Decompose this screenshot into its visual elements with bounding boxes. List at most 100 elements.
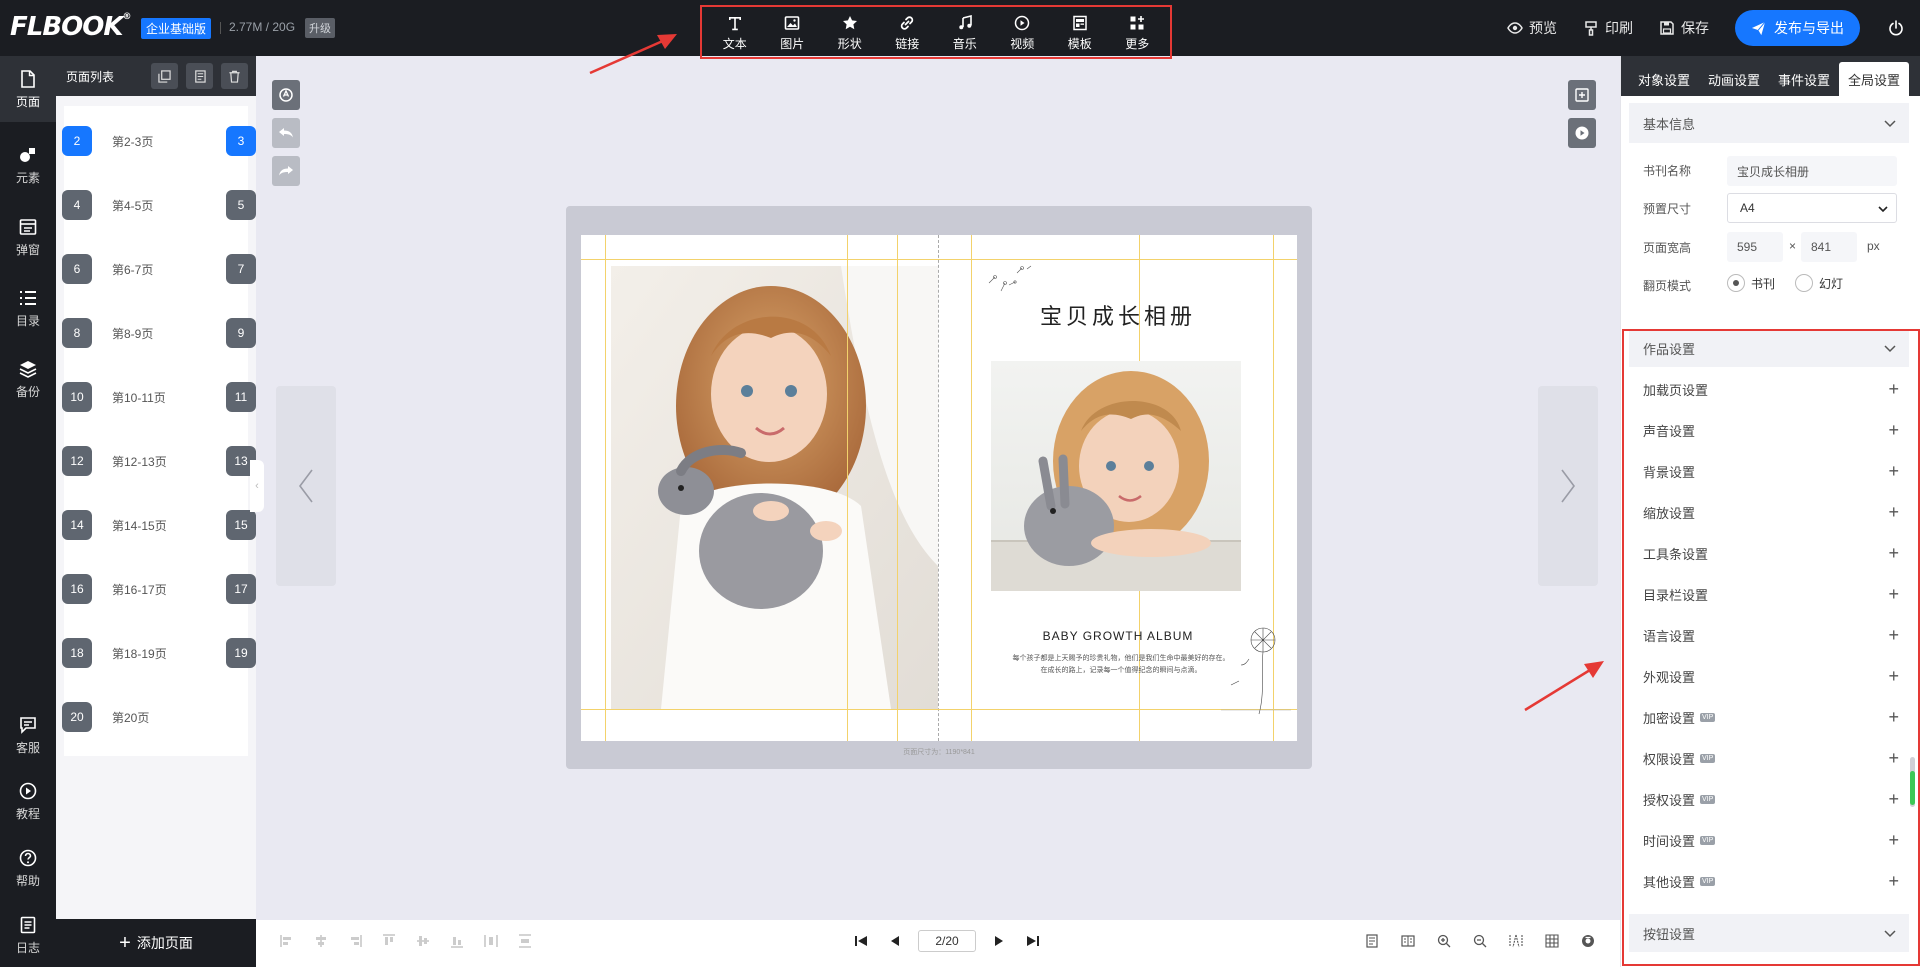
nav-tutorial[interactable]: 教程	[0, 780, 56, 822]
photo-girl-lying-with-rabbit[interactable]	[991, 361, 1241, 591]
time-settings[interactable]: 时间设置 VIP +	[1643, 820, 1903, 861]
copy-page-button[interactable]	[151, 63, 178, 89]
tool-link[interactable]: 链接	[881, 13, 933, 52]
zoom-in-button[interactable]	[1426, 934, 1462, 948]
page-row-12-13[interactable]: 12 第12-13页 13	[62, 426, 256, 496]
undo-button[interactable]	[272, 118, 300, 148]
align-middle-button[interactable]	[406, 934, 440, 948]
nav-backup[interactable]: 备份	[0, 358, 56, 400]
page-row-2-3[interactable]: 2 第2-3页 3	[62, 106, 256, 176]
add-page-button[interactable]: + 添加页面	[56, 919, 256, 967]
page-row-20[interactable]: 20 第20页	[62, 682, 248, 752]
zoom-out-button[interactable]	[1462, 934, 1498, 948]
grid-toggle-button[interactable]	[1534, 934, 1570, 948]
nav-elements[interactable]: 元素	[0, 144, 56, 186]
flip-mode-book-radio[interactable]: 书刊	[1727, 274, 1775, 292]
book-name-input[interactable]: 宝贝成长相册	[1727, 156, 1897, 186]
single-page-view-button[interactable]	[1354, 934, 1390, 948]
distribute-vertical-button[interactable]	[508, 934, 542, 948]
permission-settings[interactable]: 权限设置 VIP +	[1643, 738, 1903, 779]
print-button[interactable]: 印刷	[1583, 18, 1633, 38]
tool-image[interactable]: 图片	[766, 13, 818, 52]
publish-export-button[interactable]: 发布与导出	[1735, 10, 1860, 46]
first-page-button[interactable]	[844, 934, 878, 948]
tool-video[interactable]: 视频	[996, 13, 1048, 52]
next-spread-button[interactable]	[1538, 386, 1598, 586]
page-number-input[interactable]	[918, 930, 976, 952]
tool-template[interactable]: 模板	[1054, 13, 1106, 52]
plus-icon: +	[1888, 461, 1899, 481]
nav-log[interactable]: 日志	[0, 914, 56, 956]
tool-more[interactable]: 更多	[1111, 13, 1163, 52]
page-width-input[interactable]: 595	[1727, 232, 1783, 262]
authorization-settings[interactable]: 授权设置 VIP +	[1643, 779, 1903, 820]
basic-info-section[interactable]: 基本信息	[1629, 103, 1909, 143]
tab-object-settings[interactable]: 对象设置	[1629, 62, 1699, 96]
tab-global-settings[interactable]: 全局设置	[1839, 62, 1910, 96]
page-row-18-19[interactable]: 18 第18-19页 19	[62, 618, 256, 688]
language-settings[interactable]: 语言设置 +	[1643, 615, 1903, 656]
settings-toggle-button[interactable]	[1570, 934, 1606, 948]
reset-view-button[interactable]	[272, 80, 300, 110]
page-row-4-5[interactable]: 4 第4-5页 5	[62, 170, 256, 240]
duplicate-page-button[interactable]	[186, 63, 213, 89]
double-page-view-button[interactable]	[1390, 934, 1426, 948]
next-page-button[interactable]	[982, 934, 1016, 948]
align-right-button[interactable]	[338, 934, 372, 948]
last-page-button[interactable]	[1016, 934, 1050, 948]
play-preview-button[interactable]	[1568, 118, 1596, 148]
tab-event-settings[interactable]: 事件设置	[1769, 62, 1839, 96]
tool-music[interactable]: 音乐	[939, 13, 991, 52]
nav-toc[interactable]: 目录	[0, 287, 56, 329]
zoom-settings[interactable]: 缩放设置 +	[1643, 492, 1903, 533]
upgrade-button[interactable]: 升级	[305, 18, 335, 38]
chevron-right-icon	[1561, 469, 1575, 503]
album-title[interactable]: 宝贝成长相册	[939, 299, 1297, 331]
add-element-button[interactable]	[1568, 80, 1596, 110]
ruler-toggle-button[interactable]	[1498, 934, 1534, 948]
nav-pages[interactable]: 页面	[0, 56, 56, 122]
page-row-8-9[interactable]: 8 第8-9页 9	[62, 298, 256, 368]
prev-spread-button[interactable]	[276, 386, 336, 586]
page-height-input[interactable]: 841	[1801, 232, 1857, 262]
nav-help[interactable]: 帮助	[0, 847, 56, 889]
preset-size-select[interactable]: A4	[1727, 193, 1897, 223]
toolbar-settings[interactable]: 工具条设置 +	[1643, 533, 1903, 574]
page-row-16-17[interactable]: 16 第16-17页 17	[62, 554, 256, 624]
align-top-button[interactable]	[372, 934, 406, 948]
appearance-settings[interactable]: 外观设置 +	[1643, 656, 1903, 697]
nav-popup[interactable]: 弹窗	[0, 216, 56, 258]
album-description[interactable]: 每个孩子都是上天赐予的珍贵礼物，他们是我们生命中最美好的存在。 在成长的路上，记…	[996, 653, 1246, 677]
work-settings-section[interactable]: 作品设置	[1629, 329, 1909, 367]
book-spread[interactable]: 宝贝成长相册 BABY GROWTH ALBUM 每个孩子都是上天赐予的珍贵礼物…	[581, 235, 1297, 741]
save-button[interactable]: 保存	[1659, 18, 1709, 38]
page-row-14-15[interactable]: 14 第14-15页 15	[62, 490, 256, 560]
align-bottom-button[interactable]	[440, 934, 474, 948]
distribute-horizontal-button[interactable]	[474, 934, 508, 948]
logout-button[interactable]	[1880, 20, 1912, 36]
page-row-6-7[interactable]: 6 第6-7页 7	[62, 234, 256, 304]
photo-girl-with-rabbit[interactable]	[611, 266, 938, 709]
settings-scrollbar[interactable]	[1910, 757, 1915, 807]
button-settings-section[interactable]: 按钮设置	[1629, 914, 1909, 952]
page-row-10-11[interactable]: 10 第10-11页 11	[62, 362, 256, 432]
scrollbar-thumb[interactable]	[1910, 771, 1915, 805]
align-center-button[interactable]	[304, 934, 338, 948]
background-settings[interactable]: 背景设置 +	[1643, 451, 1903, 492]
prev-page-button[interactable]	[878, 934, 912, 948]
encryption-settings[interactable]: 加密设置 VIP +	[1643, 697, 1903, 738]
flip-mode-slide-radio[interactable]: 幻灯	[1795, 274, 1843, 292]
power-icon	[1889, 20, 1903, 36]
sound-settings[interactable]: 声音设置 +	[1643, 410, 1903, 451]
nav-support[interactable]: 客服	[0, 714, 56, 756]
preview-button[interactable]: 预览	[1507, 18, 1557, 38]
tab-animation-settings[interactable]: 动画设置	[1699, 62, 1769, 96]
other-settings[interactable]: 其他设置 VIP +	[1643, 861, 1903, 902]
tool-shape[interactable]: 形状	[824, 13, 876, 52]
redo-button[interactable]	[272, 156, 300, 186]
align-left-button[interactable]	[270, 934, 304, 948]
tool-text[interactable]: 文本	[709, 13, 761, 52]
loading-page-settings[interactable]: 加载页设置 +	[1643, 369, 1903, 410]
toc-bar-settings[interactable]: 目录栏设置 +	[1643, 574, 1903, 615]
delete-page-button[interactable]	[221, 63, 248, 89]
